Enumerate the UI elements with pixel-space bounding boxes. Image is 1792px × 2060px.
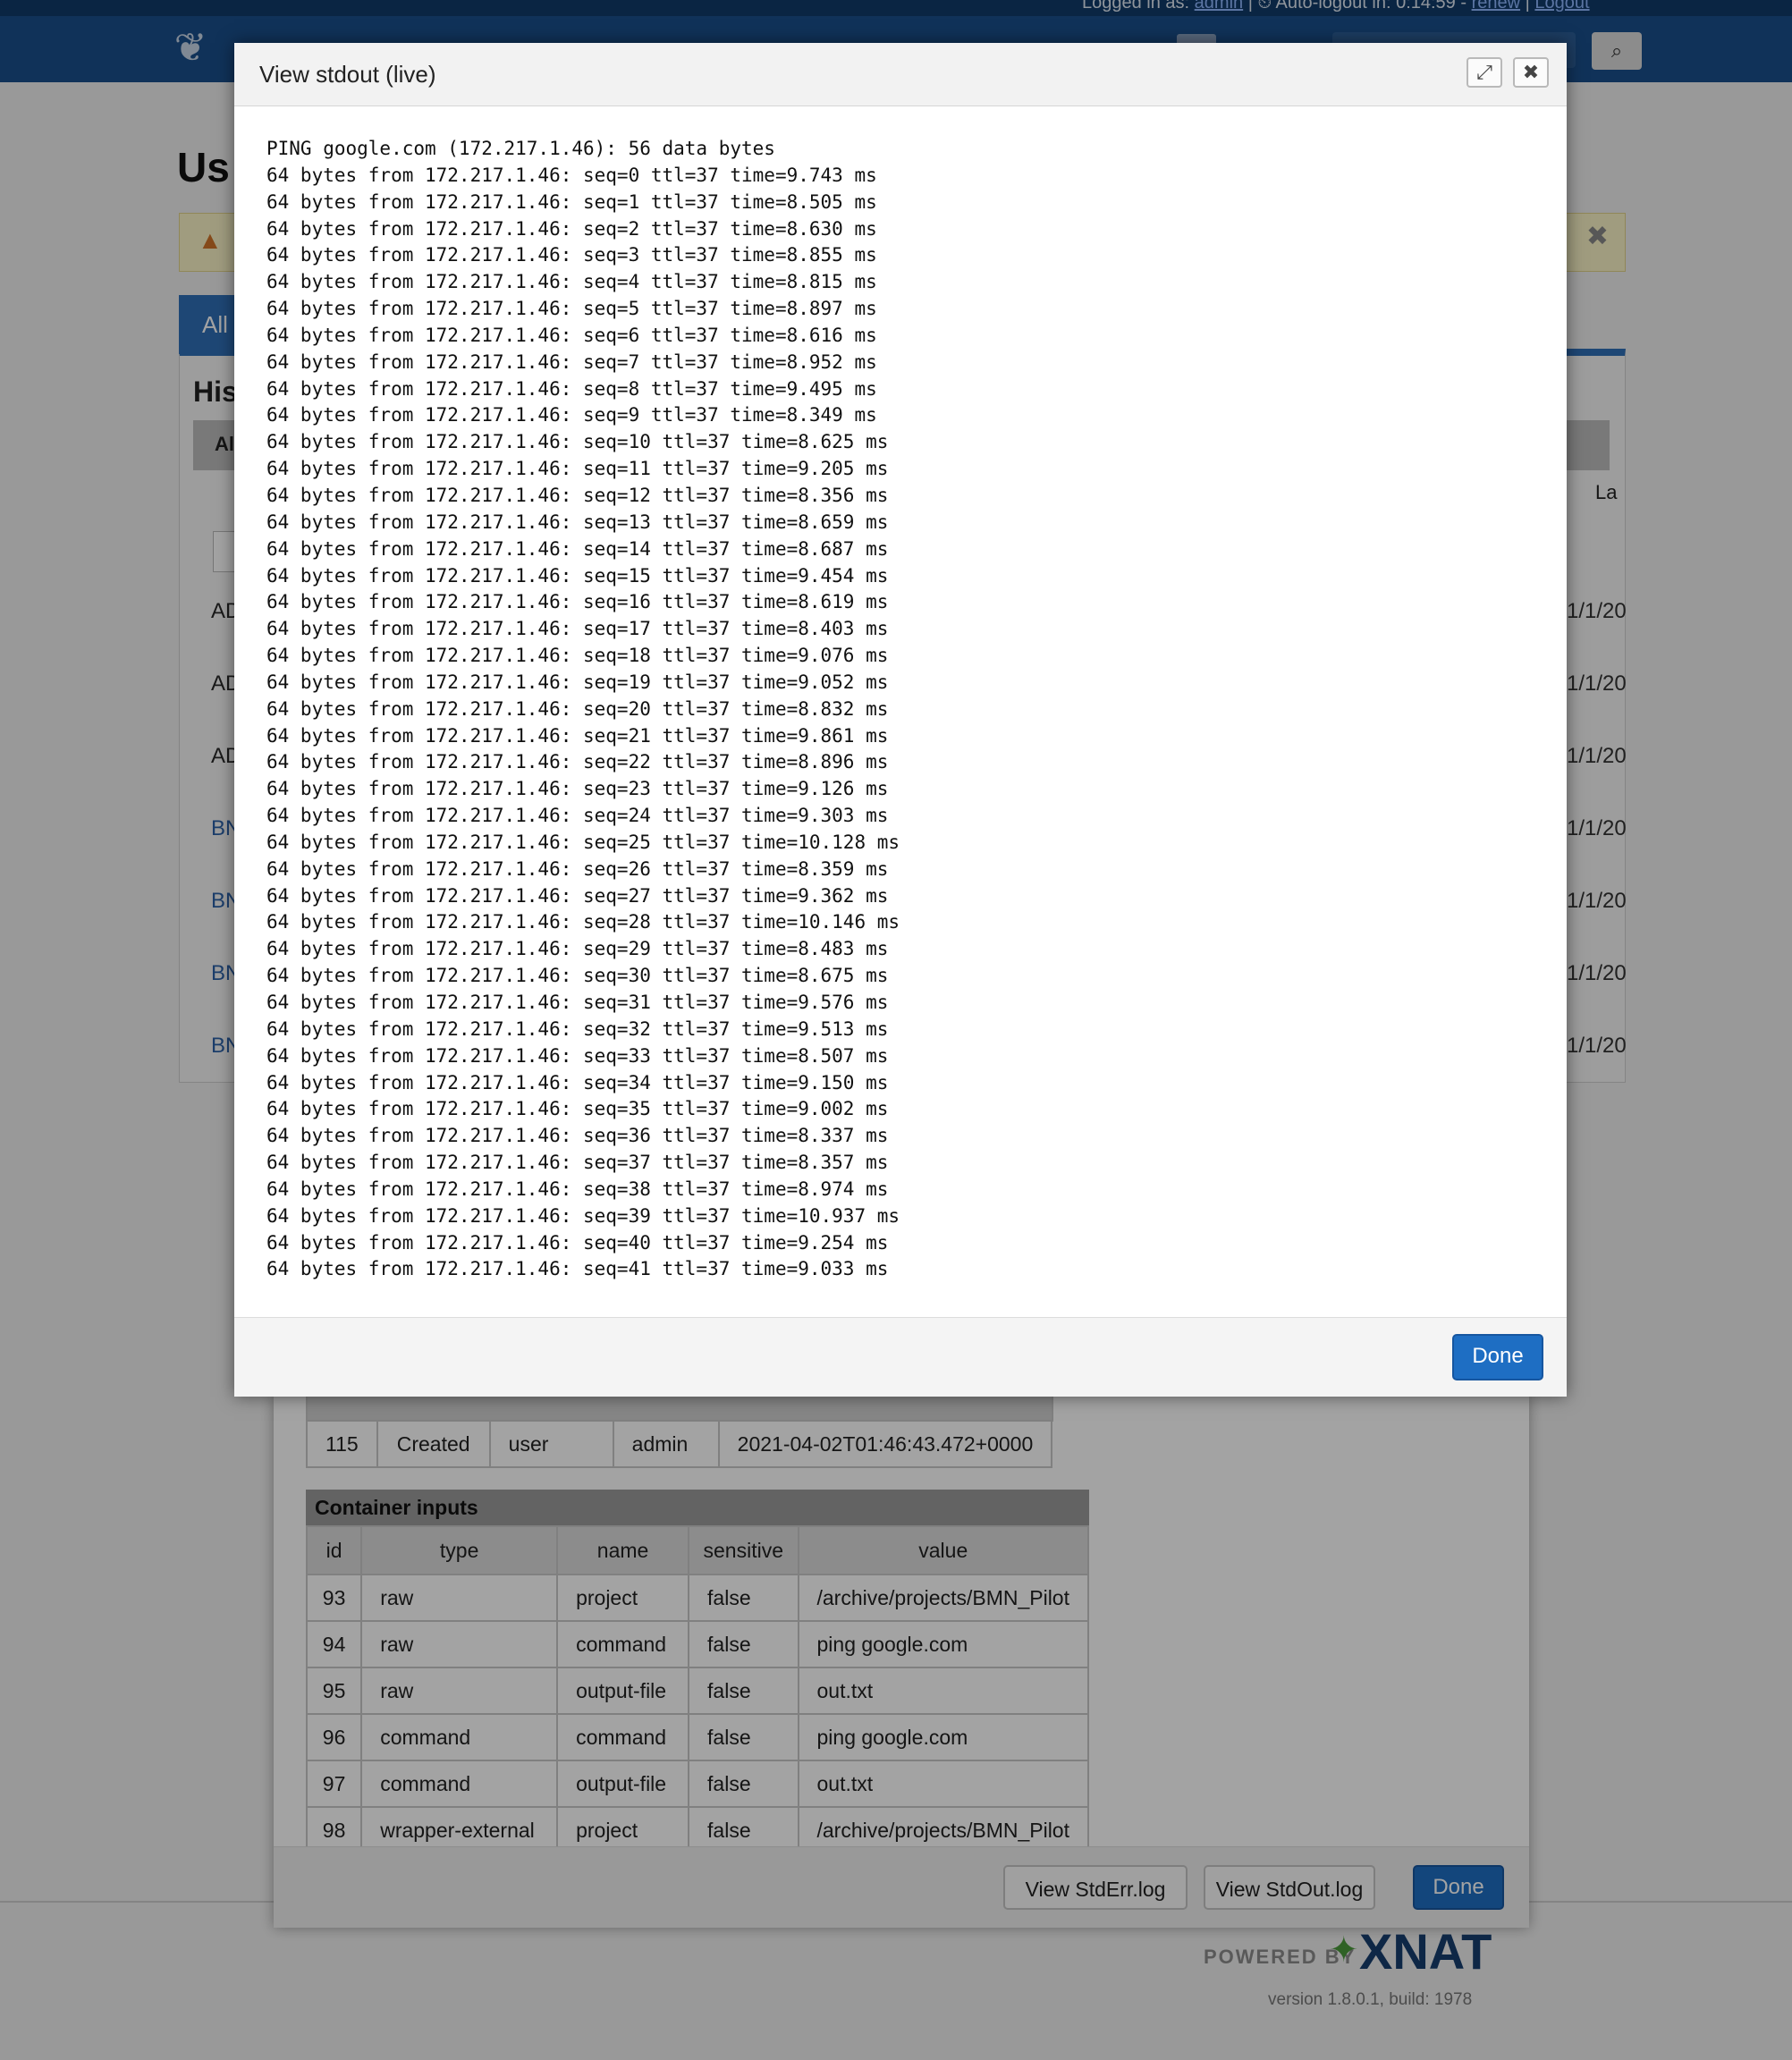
stdout-line: 64 bytes from 172.217.1.46: seq=31 ttl=3… [266, 992, 889, 1013]
stdout-line: 64 bytes from 172.217.1.46: seq=13 ttl=3… [266, 511, 889, 533]
stdout-modal: View stdout (live) ⤢ ✖ PING google.com (… [234, 43, 1567, 1397]
stdout-line: 64 bytes from 172.217.1.46: seq=18 ttl=3… [266, 645, 889, 667]
stdout-line: 64 bytes from 172.217.1.46: seq=33 ttl=3… [266, 1044, 889, 1067]
stdout-line: 64 bytes from 172.217.1.46: seq=35 ttl=3… [266, 1098, 889, 1120]
stdout-line: 64 bytes from 172.217.1.46: seq=22 ttl=3… [266, 751, 889, 773]
stdout-line: 64 bytes from 172.217.1.46: seq=29 ttl=3… [266, 938, 889, 960]
stdout-line: 64 bytes from 172.217.1.46: seq=9 ttl=37… [266, 404, 877, 426]
stdout-line: 64 bytes from 172.217.1.46: seq=24 ttl=3… [266, 805, 889, 827]
stdout-line: 64 bytes from 172.217.1.46: seq=8 ttl=37… [266, 377, 877, 400]
stdout-line: 64 bytes from 172.217.1.46: seq=17 ttl=3… [266, 618, 889, 640]
stdout-line: 64 bytes from 172.217.1.46: seq=21 ttl=3… [266, 724, 889, 747]
stdout-line: 64 bytes from 172.217.1.46: seq=39 ttl=3… [266, 1204, 900, 1227]
stdout-line: 64 bytes from 172.217.1.46: seq=4 ttl=37… [266, 271, 877, 293]
stdout-line: 64 bytes from 172.217.1.46: seq=10 ttl=3… [266, 431, 889, 453]
stdout-log: PING google.com (172.217.1.46): 56 data … [266, 136, 1536, 1283]
stdout-line: 64 bytes from 172.217.1.46: seq=11 ttl=3… [266, 458, 889, 480]
stdout-line: 64 bytes from 172.217.1.46: seq=14 ttl=3… [266, 537, 889, 560]
stdout-line: 64 bytes from 172.217.1.46: seq=25 ttl=3… [266, 831, 900, 853]
stdout-line: 64 bytes from 172.217.1.46: seq=34 ttl=3… [266, 1071, 889, 1093]
stdout-line: 64 bytes from 172.217.1.46: seq=37 ttl=3… [266, 1152, 889, 1174]
stdout-line: 64 bytes from 172.217.1.46: seq=6 ttl=37… [266, 324, 877, 346]
stdout-line: 64 bytes from 172.217.1.46: seq=40 ttl=3… [266, 1231, 889, 1254]
stdout-line: 64 bytes from 172.217.1.46: seq=2 ttl=37… [266, 217, 877, 240]
stdout-output: PING google.com (172.217.1.46): 56 data … [266, 136, 1536, 1352]
stdout-line: 64 bytes from 172.217.1.46: seq=0 ttl=37… [266, 164, 877, 186]
stdout-line: 64 bytes from 172.217.1.46: seq=38 ttl=3… [266, 1178, 889, 1200]
stdout-line: 64 bytes from 172.217.1.46: seq=3 ttl=37… [266, 244, 877, 266]
stdout-line: 64 bytes from 172.217.1.46: seq=26 ttl=3… [266, 857, 889, 880]
modal-title: View stdout (live) [259, 61, 436, 88]
stdout-line: 64 bytes from 172.217.1.46: seq=16 ttl=3… [266, 591, 889, 613]
stdout-line: 64 bytes from 172.217.1.46: seq=15 ttl=3… [266, 564, 889, 587]
stdout-line: 64 bytes from 172.217.1.46: seq=41 ttl=3… [266, 1258, 889, 1280]
stdout-line: 64 bytes from 172.217.1.46: seq=28 ttl=3… [266, 911, 900, 933]
stdout-line: PING google.com (172.217.1.46): 56 data … [266, 138, 775, 159]
stdout-line: 64 bytes from 172.217.1.46: seq=23 ttl=3… [266, 778, 889, 800]
stdout-line: 64 bytes from 172.217.1.46: seq=5 ttl=37… [266, 298, 877, 320]
stdout-line: 64 bytes from 172.217.1.46: seq=32 ttl=3… [266, 1017, 889, 1040]
close-button[interactable]: ✖ [1513, 57, 1549, 88]
maximize-button[interactable]: ⤢ [1467, 57, 1502, 88]
expand-icon: ⤢ [1476, 61, 1492, 83]
stdout-line: 64 bytes from 172.217.1.46: seq=12 ttl=3… [266, 484, 889, 506]
stdout-line: 64 bytes from 172.217.1.46: seq=36 ttl=3… [266, 1125, 889, 1147]
modal-header: View stdout (live) ⤢ ✖ [234, 43, 1567, 106]
close-icon: ✖ [1522, 61, 1540, 83]
stdout-line: 64 bytes from 172.217.1.46: seq=30 ttl=3… [266, 965, 889, 987]
stdout-line: 64 bytes from 172.217.1.46: seq=19 ttl=3… [266, 671, 889, 693]
stdout-line: 64 bytes from 172.217.1.46: seq=27 ttl=3… [266, 884, 889, 907]
done-button[interactable]: Done [1452, 1334, 1543, 1380]
modal-footer: Done [234, 1317, 1567, 1397]
stdout-line: 64 bytes from 172.217.1.46: seq=20 ttl=3… [266, 697, 889, 720]
stdout-line: 64 bytes from 172.217.1.46: seq=7 ttl=37… [266, 350, 877, 373]
stdout-line: 64 bytes from 172.217.1.46: seq=1 ttl=37… [266, 190, 877, 213]
